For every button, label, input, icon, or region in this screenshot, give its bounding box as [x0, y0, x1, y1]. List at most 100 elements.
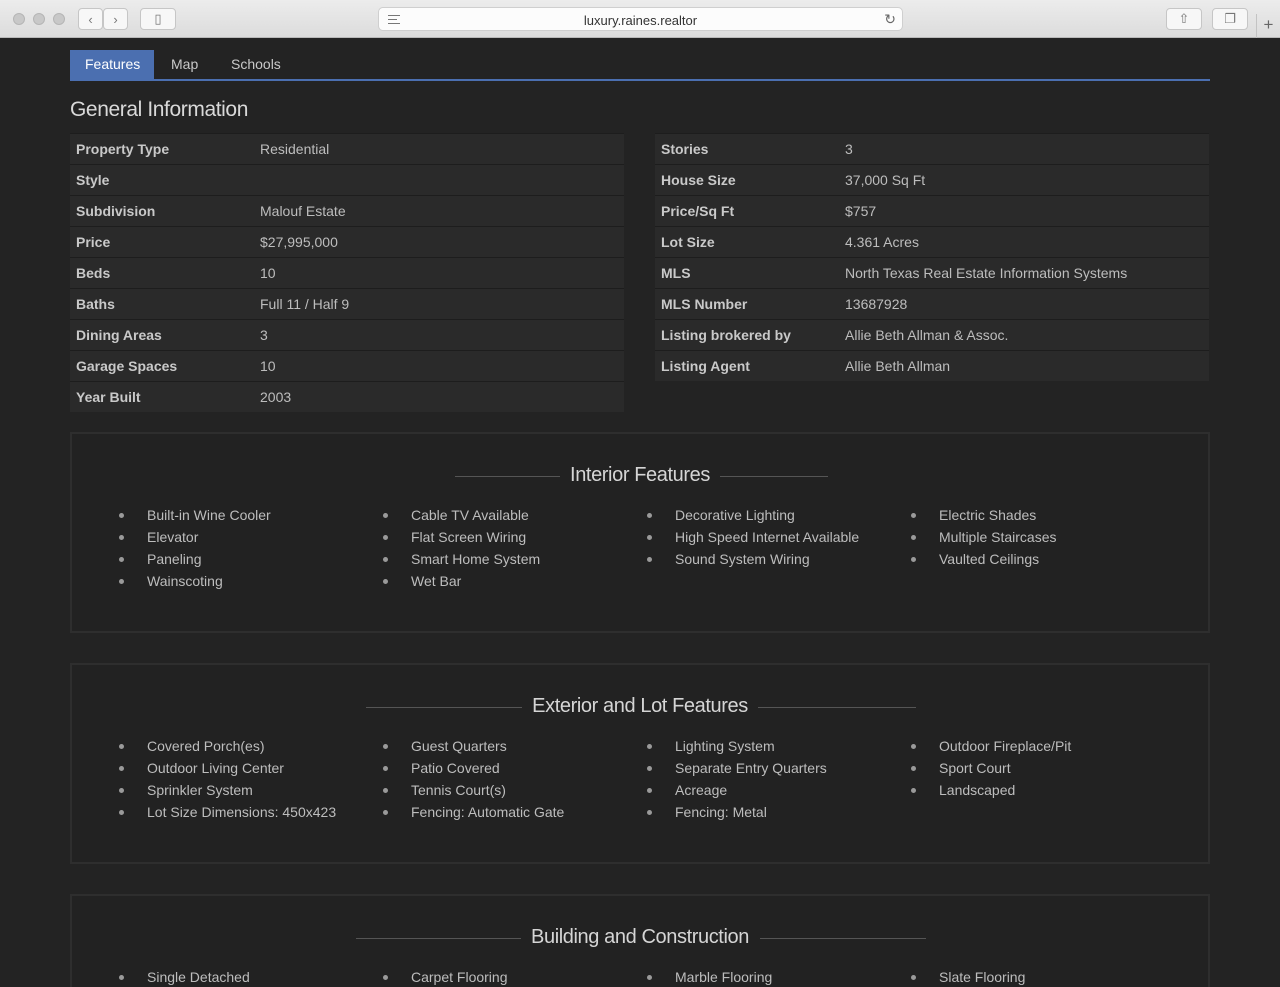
- interior-features-col-2: Cable TV Available Flat Screen Wiring Smar…: [380, 504, 540, 592]
- feature-item: Decorative Lighting: [644, 504, 859, 526]
- back-button[interactable]: ‹: [78, 8, 103, 30]
- building-features-col-1: Single Detached: [116, 966, 250, 987]
- feature-item: Cable TV Available: [380, 504, 540, 526]
- info-row: Listing Agent Allie Beth Allman: [655, 350, 1209, 381]
- info-row: Garage Spaces 10: [70, 350, 624, 381]
- forward-button[interactable]: ›: [103, 8, 128, 30]
- info-label: Baths: [76, 296, 115, 312]
- chevron-left-icon: ‹: [88, 11, 93, 27]
- building-features-col-2: Carpet Flooring: [380, 966, 508, 987]
- close-window-icon[interactable]: [13, 13, 25, 25]
- minimize-window-icon[interactable]: [33, 13, 45, 25]
- info-value: Residential: [260, 141, 330, 157]
- interior-features-panel: Interior Features Built-in Wine Cooler El…: [70, 432, 1210, 633]
- info-value: Malouf Estate: [260, 203, 346, 219]
- feature-item: Fencing: Automatic Gate: [380, 801, 564, 823]
- info-row: House Size 37,000 Sq Ft: [655, 164, 1209, 195]
- tab-features[interactable]: Features: [70, 50, 154, 79]
- feature-item: Marble Flooring: [644, 966, 772, 987]
- info-value: Full 11 / Half 9: [260, 296, 350, 312]
- feature-item: Patio Covered: [380, 757, 564, 779]
- info-label: Stories: [661, 141, 709, 157]
- info-label: Listing brokered by: [661, 327, 791, 343]
- new-tab-button[interactable]: +: [1256, 14, 1280, 38]
- interior-features-title: Interior Features: [560, 464, 720, 487]
- info-row: Property Type Residential: [70, 133, 624, 164]
- feature-item: Landscaped: [908, 779, 1071, 801]
- info-value: North Texas Real Estate Information Syst…: [845, 265, 1128, 281]
- info-row: Price $27,995,000: [70, 226, 624, 257]
- info-label: Property Type: [76, 141, 170, 157]
- info-value: 13687928: [845, 296, 908, 312]
- info-row: Beds 10: [70, 257, 624, 288]
- feature-item: Covered Porch(es): [116, 735, 336, 757]
- info-value: 3: [845, 141, 853, 157]
- zoom-window-icon[interactable]: [53, 13, 65, 25]
- info-value: 3: [260, 327, 268, 343]
- feature-item: Paneling: [116, 548, 271, 570]
- info-label: MLS Number: [661, 296, 748, 312]
- info-row: Listing brokered by Allie Beth Allman & A…: [655, 319, 1209, 350]
- info-label: House Size: [661, 172, 736, 188]
- info-label: Dining Areas: [76, 327, 162, 343]
- feature-item: Fencing: Metal: [644, 801, 827, 823]
- exterior-features-panel: Exterior and Lot Features Covered Porch(…: [70, 663, 1210, 864]
- info-label: Beds: [76, 265, 111, 281]
- feature-item: Vaulted Ceilings: [908, 548, 1057, 570]
- info-label: Year Built: [76, 389, 141, 405]
- exterior-features-col-4: Outdoor Fireplace/Pit Sport Court Landscap…: [908, 735, 1071, 801]
- info-label: Lot Size: [661, 234, 715, 250]
- building-construction-title: Building and Construction: [521, 926, 759, 949]
- info-value: Allie Beth Allman: [845, 358, 951, 374]
- address-bar[interactable]: luxury.raines.realtor ↻: [378, 7, 903, 31]
- feature-item: Multiple Staircases: [908, 526, 1057, 548]
- info-row: Price/Sq Ft $757: [655, 195, 1209, 226]
- info-row: Year Built 2003: [70, 381, 624, 412]
- feature-item: Smart Home System: [380, 548, 540, 570]
- building-construction-panel: Building and Construction Single Detache…: [70, 894, 1210, 987]
- info-value: 10: [260, 358, 276, 374]
- info-row: Stories 3: [655, 133, 1209, 164]
- info-value: 10: [260, 265, 276, 281]
- info-value: 2003: [260, 389, 292, 405]
- info-row: Dining Areas 3: [70, 319, 624, 350]
- share-icon: ⇧: [1178, 11, 1190, 26]
- feature-item: Electric Shades: [908, 504, 1057, 526]
- sidebar-icon: ▯: [154, 11, 162, 26]
- exterior-features-title: Exterior and Lot Features: [522, 695, 758, 718]
- tabs-overview-button[interactable]: ❐: [1212, 8, 1248, 30]
- info-label: Style: [76, 172, 110, 188]
- feature-item: Guest Quarters: [380, 735, 564, 757]
- feature-item: Sound System Wiring: [644, 548, 859, 570]
- share-button[interactable]: ⇧: [1166, 8, 1202, 30]
- general-info-table-left: Property Type Residential Style Subdivision…: [70, 133, 624, 412]
- tabs-icon: ❐: [1224, 11, 1236, 26]
- feature-item: Lighting System: [644, 735, 827, 757]
- feature-item: Outdoor Living Center: [116, 757, 336, 779]
- info-row: Subdivision Malouf Estate: [70, 195, 624, 226]
- tab-map[interactable]: Map: [156, 50, 213, 79]
- info-label: Garage Spaces: [76, 358, 178, 374]
- info-row: MLS North Texas Real Estate Information S…: [655, 257, 1209, 288]
- info-value: $27,995,000: [260, 234, 338, 250]
- tab-schools[interactable]: Schools: [216, 50, 296, 79]
- general-info-table-right: Stories 3 House Size 37,000 Sq Ft Price/Sq F…: [655, 133, 1209, 381]
- info-value: Allie Beth Allman & Assoc.: [845, 327, 1009, 343]
- sidebar-button[interactable]: ▯: [140, 8, 176, 30]
- feature-item: Wet Bar: [380, 570, 540, 592]
- info-value: $757: [845, 203, 877, 219]
- info-row: MLS Number 13687928: [655, 288, 1209, 319]
- feature-item: Lot Size Dimensions: 450x423: [116, 801, 336, 823]
- info-value: 37,000 Sq Ft: [845, 172, 926, 188]
- info-row: Baths Full 11 / Half 9: [70, 288, 624, 319]
- property-tabs: Features Map Schools: [70, 50, 1210, 81]
- info-value: 4.361 Acres: [845, 234, 919, 250]
- info-label: Listing Agent: [661, 358, 750, 374]
- feature-item: Outdoor Fireplace/Pit: [908, 735, 1071, 757]
- info-label: Price: [76, 234, 111, 250]
- browser-toolbar: ‹ › ▯ luxury.raines.realtor ↻ ⇧ ❐ +: [0, 0, 1280, 38]
- exterior-features-col-2: Guest Quarters Patio Covered Tennis Court(…: [380, 735, 564, 823]
- info-label: Subdivision: [76, 203, 156, 219]
- reload-icon[interactable]: ↻: [884, 11, 896, 28]
- feature-item: Slate Flooring: [908, 966, 1025, 987]
